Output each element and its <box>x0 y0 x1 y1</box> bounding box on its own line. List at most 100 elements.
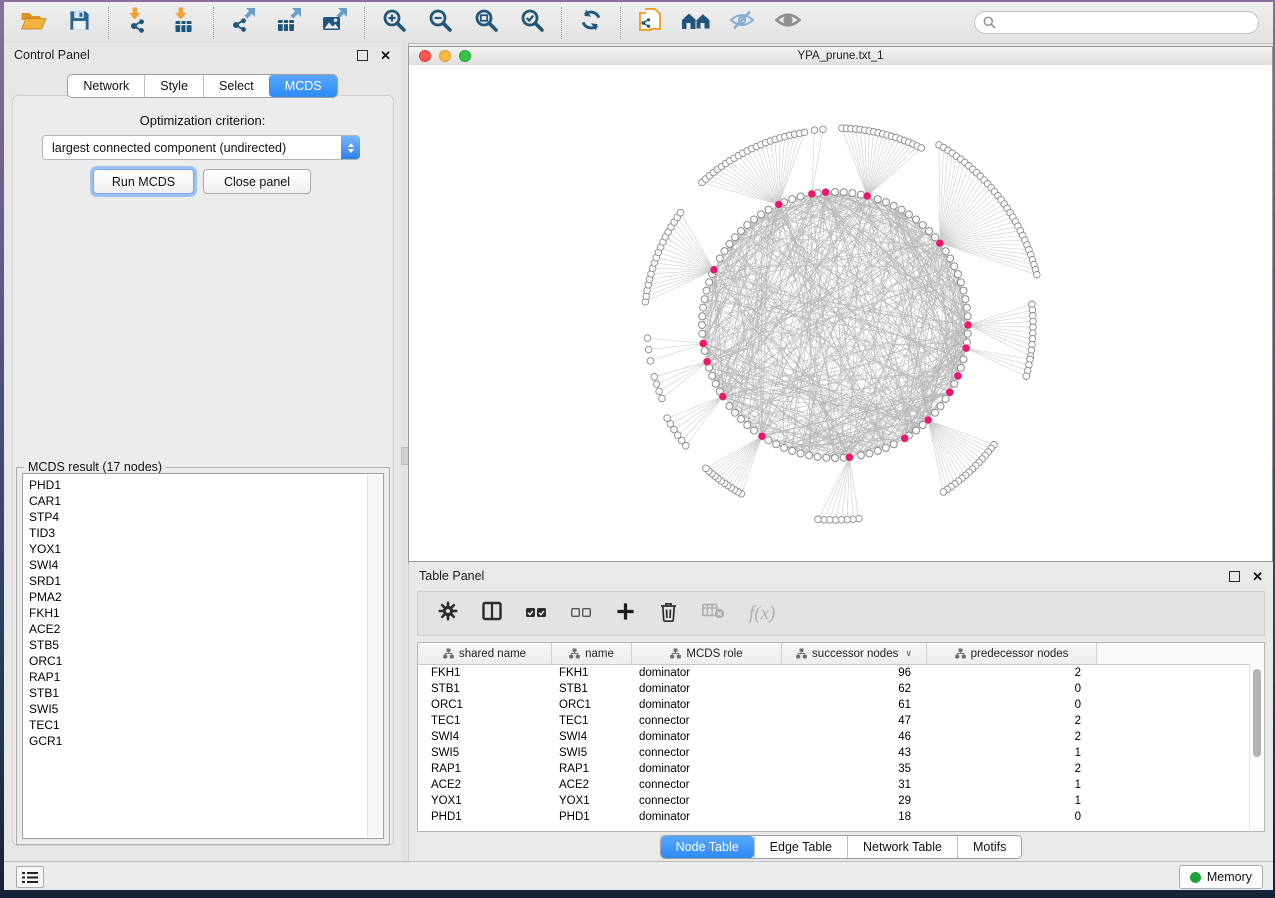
table-row[interactable]: SWI5SWI5connector431 <box>418 745 1264 761</box>
node-table[interactable]: shared namenameMCDS rolesuccessor nodes∨… <box>417 642 1265 832</box>
export-image-button[interactable] <box>319 7 351 39</box>
copy-network-button[interactable] <box>634 7 666 39</box>
export-network-button[interactable] <box>227 7 259 39</box>
cell-successor-nodes[interactable]: 62 <box>782 681 927 697</box>
tab-edge-table[interactable]: Edge Table <box>754 836 847 858</box>
mcds-result-item[interactable]: SWI4 <box>23 557 368 573</box>
table-row[interactable]: PHD1PHD1dominator180 <box>418 809 1264 825</box>
cell-predecessor-nodes[interactable]: 2 <box>927 713 1097 729</box>
cell-shared-name[interactable]: TEC1 <box>418 713 552 729</box>
cell-shared-name[interactable]: SWI4 <box>418 729 552 745</box>
cell-successor-nodes[interactable]: 35 <box>782 761 927 777</box>
network-window-titlebar[interactable]: YPA_prune.txt_1 <box>409 47 1272 66</box>
cell-successor-nodes[interactable]: 46 <box>782 729 927 745</box>
mcds-result-item[interactable]: STB5 <box>23 637 368 653</box>
mcds-result-item[interactable]: SRD1 <box>23 573 368 589</box>
close-panel-icon[interactable]: ✕ <box>380 49 391 62</box>
mcds-result-item[interactable]: STB1 <box>23 685 368 701</box>
tab-mcds[interactable]: MCDS <box>269 75 337 97</box>
cell-successor-nodes[interactable]: 29 <box>782 793 927 809</box>
table-row[interactable]: ACE2ACE2connector311 <box>418 777 1264 793</box>
tab-select[interactable]: Select <box>203 75 269 97</box>
cell-predecessor-nodes[interactable]: 0 <box>927 681 1097 697</box>
cell-successor-nodes[interactable]: 96 <box>782 665 927 681</box>
cell-name[interactable]: PHD1 <box>552 809 632 825</box>
run-mcds-button[interactable]: Run MCDS <box>93 169 194 194</box>
search-input[interactable] <box>1001 15 1250 31</box>
cell-name[interactable]: FKH1 <box>552 665 632 681</box>
cell-predecessor-nodes[interactable]: 1 <box>927 745 1097 761</box>
mcds-result-item[interactable]: ORC1 <box>23 653 368 669</box>
cell-name[interactable]: YOX1 <box>552 793 632 809</box>
cell-name[interactable]: STB1 <box>552 681 632 697</box>
mcds-result-item[interactable]: SWI5 <box>23 701 368 717</box>
cell-mcds-role[interactable]: dominator <box>632 729 782 745</box>
mcds-result-item[interactable]: PHD1 <box>23 477 368 493</box>
table-scrollbar-thumb[interactable] <box>1253 669 1261 757</box>
tab-network[interactable]: Network <box>68 75 144 97</box>
cell-predecessor-nodes[interactable]: 0 <box>927 809 1097 825</box>
tab-node-table[interactable]: Node Table <box>661 836 754 858</box>
cell-name[interactable]: RAP1 <box>552 761 632 777</box>
import-network-button[interactable] <box>122 7 154 39</box>
mcds-result-item[interactable]: CAR1 <box>23 493 368 509</box>
close-table-panel-icon[interactable]: ✕ <box>1252 570 1263 583</box>
import-table-button[interactable] <box>168 7 200 39</box>
cell-predecessor-nodes[interactable]: 0 <box>927 697 1097 713</box>
delete-row-button[interactable] <box>659 601 678 627</box>
cell-name[interactable]: ORC1 <box>552 697 632 713</box>
table-row[interactable]: STB1STB1dominator620 <box>418 681 1264 697</box>
cell-successor-nodes[interactable]: 31 <box>782 777 927 793</box>
cell-mcds-role[interactable]: connector <box>632 745 782 761</box>
cell-successor-nodes[interactable]: 61 <box>782 697 927 713</box>
search-field[interactable] <box>974 11 1259 34</box>
mcds-result-item[interactable]: YOX1 <box>23 541 368 557</box>
cell-name[interactable]: SWI5 <box>552 745 632 761</box>
cell-predecessor-nodes[interactable]: 2 <box>927 665 1097 681</box>
tab-network-table[interactable]: Network Table <box>847 836 957 858</box>
deselect-all-button[interactable] <box>571 605 592 623</box>
zoom-out-button[interactable] <box>424 7 456 39</box>
cell-mcds-role[interactable]: dominator <box>632 681 782 697</box>
cell-mcds-role[interactable]: connector <box>632 793 782 809</box>
float-table-panel-icon[interactable] <box>1229 571 1240 582</box>
refresh-view-button[interactable] <box>575 7 607 39</box>
table-row[interactable]: SWI4SWI4dominator462 <box>418 729 1264 745</box>
cell-successor-nodes[interactable]: 47 <box>782 713 927 729</box>
cell-shared-name[interactable]: SWI5 <box>418 745 552 761</box>
mcds-result-item[interactable]: ACE2 <box>23 621 368 637</box>
mcds-result-item[interactable]: FKH1 <box>23 605 368 621</box>
column-header-successor-nodes[interactable]: successor nodes∨ <box>782 643 927 664</box>
mcds-list-scrollbar[interactable] <box>367 475 382 837</box>
mcds-result-item[interactable]: STP4 <box>23 509 368 525</box>
cell-mcds-role[interactable]: connector <box>632 713 782 729</box>
cell-shared-name[interactable]: STB1 <box>418 681 552 697</box>
cell-predecessor-nodes[interactable]: 1 <box>927 777 1097 793</box>
cell-mcds-role[interactable]: dominator <box>632 809 782 825</box>
cell-name[interactable]: ACE2 <box>552 777 632 793</box>
mcds-result-item[interactable]: TID3 <box>23 525 368 541</box>
cell-shared-name[interactable]: ACE2 <box>418 777 552 793</box>
mcds-result-item[interactable]: GCR1 <box>23 733 368 749</box>
mcds-result-list[interactable]: PHD1CAR1STP4TID3YOX1SWI4SRD1PMA2FKH1ACE2… <box>22 473 384 839</box>
cell-mcds-role[interactable]: dominator <box>632 665 782 681</box>
save-session-button[interactable] <box>63 7 95 39</box>
first-neighbors-button[interactable] <box>680 7 712 39</box>
mcds-result-item[interactable]: TEC1 <box>23 717 368 733</box>
close-panel-button[interactable]: Close panel <box>203 169 311 194</box>
cell-shared-name[interactable]: YOX1 <box>418 793 552 809</box>
table-row[interactable]: FKH1FKH1dominator962 <box>418 665 1264 681</box>
optimization-criterion-select[interactable]: largest connected component (undirected) <box>42 135 360 160</box>
cell-mcds-role[interactable]: dominator <box>632 761 782 777</box>
column-header-mcds-role[interactable]: MCDS role <box>632 643 782 664</box>
cell-successor-nodes[interactable]: 43 <box>782 745 927 761</box>
table-scrollbar[interactable] <box>1249 664 1264 831</box>
cell-successor-nodes[interactable]: 18 <box>782 809 927 825</box>
cell-predecessor-nodes[interactable]: 2 <box>927 761 1097 777</box>
select-all-button[interactable] <box>526 605 547 623</box>
cell-shared-name[interactable]: FKH1 <box>418 665 552 681</box>
settings-button[interactable] <box>438 601 458 626</box>
cell-shared-name[interactable]: RAP1 <box>418 761 552 777</box>
mcds-result-item[interactable]: RAP1 <box>23 669 368 685</box>
zoom-fit-button[interactable] <box>470 7 502 39</box>
